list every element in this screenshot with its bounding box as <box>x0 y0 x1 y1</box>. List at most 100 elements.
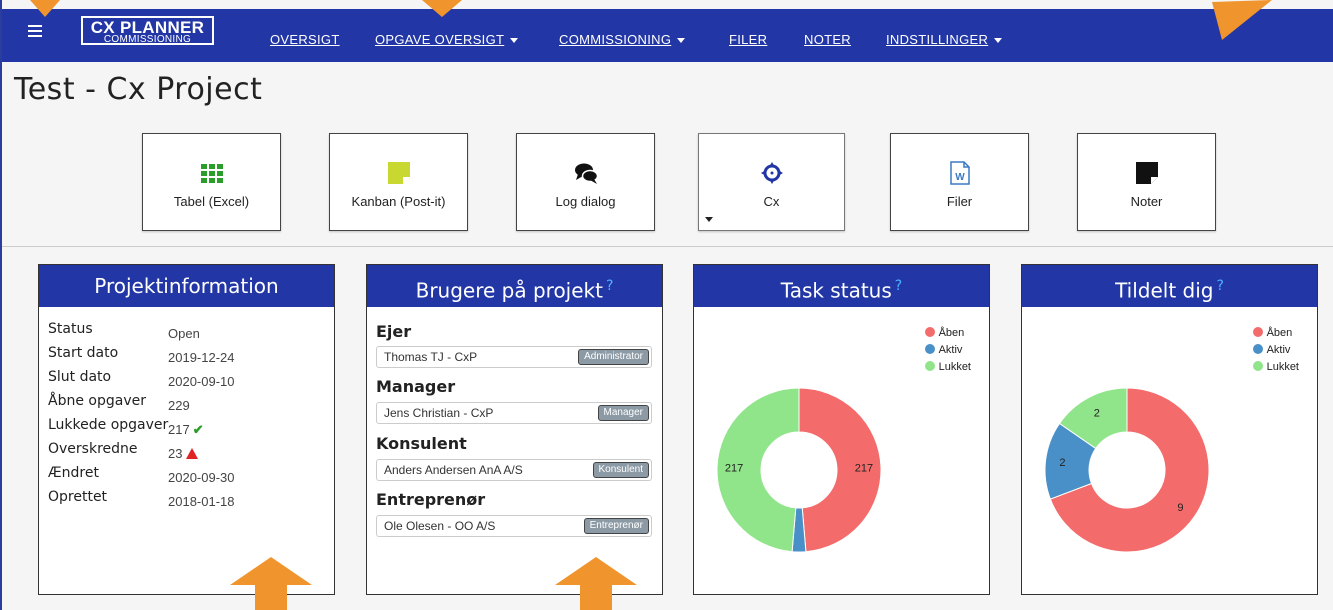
chart-legend: Åben Aktiv Lukket <box>924 325 971 376</box>
grid-icon <box>200 164 223 183</box>
legend-dot <box>924 344 935 354</box>
legend-dot <box>1252 344 1263 354</box>
role-title: Ejer <box>376 322 412 341</box>
nav-label: FILER <box>729 32 768 47</box>
help-icon[interactable]: ? <box>606 278 613 294</box>
legend-item[interactable]: Lukket <box>1252 359 1299 376</box>
caret-down-icon <box>510 38 519 44</box>
user-entry[interactable]: Thomas TJ - CxP Administrator <box>376 346 652 368</box>
word-file-icon: W <box>949 161 970 185</box>
caret-down-icon[interactable] <box>705 217 713 222</box>
kanban-button[interactable]: Kanban (Post-it) <box>329 133 468 231</box>
role-title: Konsulent <box>376 434 467 453</box>
overdue-count: 23 <box>168 446 183 461</box>
cx-button[interactable]: Cx <box>698 133 845 231</box>
info-label: Overskredne <box>48 441 138 457</box>
legend-item[interactable]: Lukket <box>924 359 971 376</box>
info-label: Start dato <box>48 345 119 361</box>
legend-label: Åben <box>938 327 965 339</box>
card-title: Tildelt dig <box>1115 278 1214 303</box>
legend-item[interactable]: Åben <box>924 325 971 342</box>
nav-label: OPGAVE OVERSIGT <box>375 32 505 47</box>
info-label: Åbne opgaver <box>48 393 146 409</box>
info-value-overdue: 23 <box>168 446 199 461</box>
button-label: Cx <box>763 194 780 209</box>
tutorial-arrow-icon <box>30 0 60 17</box>
legend-label: Lukket <box>938 361 971 373</box>
app-logo[interactable]: CX PLANNER COMMISSIONING <box>81 16 214 45</box>
role-badge[interactable]: Konsulent <box>592 462 649 478</box>
task-status-donut-chart: 217 217 <box>716 387 882 553</box>
button-label: Filer <box>946 194 973 209</box>
info-value: 2020-09-30 <box>168 470 235 485</box>
note-icon <box>1135 162 1158 184</box>
card-header: Task status? <box>694 265 989 307</box>
nav-label: NOTER <box>804 32 851 47</box>
user-name: Thomas TJ - CxP <box>384 350 478 364</box>
user-name: Anders Andersen AnA A/S <box>384 463 523 477</box>
card-header: Tildelt dig? <box>1022 265 1317 307</box>
chart-legend: Åben Aktiv Lukket <box>1252 325 1299 376</box>
slice-value-label: 2 <box>1094 407 1100 419</box>
user-entry[interactable]: Anders Andersen AnA A/S Konsulent <box>376 459 652 481</box>
info-label: Status <box>48 321 93 337</box>
legend-dot <box>1252 327 1263 337</box>
nav-commissioning[interactable]: COMMISSIONING <box>559 32 686 47</box>
user-name: Jens Christian - CxP <box>384 406 494 420</box>
tabel-excel-button[interactable]: Tabel (Excel) <box>142 133 281 231</box>
nav-noter[interactable]: NOTER <box>804 32 851 47</box>
nav-filer[interactable]: FILER <box>729 32 767 47</box>
slice-value-label: 217 <box>725 462 743 474</box>
tutorial-arrow-icon <box>1212 0 1272 40</box>
info-value: 2019-12-24 <box>168 350 235 365</box>
legend-label: Åben <box>1266 327 1293 339</box>
legend-label: Aktiv <box>938 344 963 356</box>
tutorial-arrow-icon <box>422 0 462 17</box>
comments-icon <box>574 163 598 184</box>
warning-icon <box>186 448 199 459</box>
role-badge[interactable]: Manager <box>597 405 649 421</box>
section-divider <box>2 246 1333 247</box>
nav-label: OVERSIGT <box>270 32 340 47</box>
filer-button[interactable]: W Filer <box>890 133 1029 231</box>
log-dialog-button[interactable]: Log dialog <box>516 133 655 231</box>
info-label: Ændret <box>48 465 99 481</box>
crosshairs-icon <box>760 162 783 184</box>
help-icon[interactable]: ? <box>1216 278 1223 294</box>
tildelt-dig-card: Tildelt dig? Åben Aktiv Lukket 9 2 2 <box>1021 264 1318 595</box>
legend-label: Lukket <box>1266 361 1299 373</box>
legend-item[interactable]: Åben <box>1252 325 1299 342</box>
nav-indstillinger[interactable]: INDSTILLINGER <box>886 32 1003 47</box>
role-title: Entreprenør <box>376 490 486 509</box>
user-name: Ole Olesen - OO A/S <box>384 519 496 533</box>
menu-icon[interactable] <box>28 25 42 39</box>
user-entry[interactable]: Ole Olesen - OO A/S Entreprenør <box>376 515 652 537</box>
top-navbar: CX PLANNER COMMISSIONING OVERSIGT OPGAVE… <box>2 9 1333 62</box>
nav-opgave-oversigt[interactable]: OPGAVE OVERSIGT <box>375 32 519 47</box>
app-root: CX PLANNER COMMISSIONING OVERSIGT OPGAVE… <box>0 0 1333 610</box>
slice-value-label: 2 <box>1059 457 1065 469</box>
card-title: Projektinformation <box>39 265 334 307</box>
help-icon[interactable]: ? <box>895 278 902 294</box>
legend-dot <box>924 361 935 371</box>
legend-dot <box>1252 361 1263 371</box>
user-entry[interactable]: Jens Christian - CxP Manager <box>376 402 652 424</box>
page-title: Test - Cx Project <box>14 72 263 107</box>
tutorial-arrow-icon <box>555 557 637 610</box>
legend-item[interactable]: Aktiv <box>1252 342 1299 359</box>
slice-value-label: 217 <box>855 462 873 474</box>
legend-item[interactable]: Aktiv <box>924 342 971 359</box>
role-badge[interactable]: Administrator <box>578 349 649 365</box>
card-title: Task status <box>780 278 892 303</box>
legend-label: Aktiv <box>1266 344 1291 356</box>
brugere-card: Brugere på projekt? Ejer Thomas TJ - CxP… <box>366 264 663 595</box>
role-badge[interactable]: Entreprenør <box>583 518 649 534</box>
info-value: 2020-09-10 <box>168 374 235 389</box>
info-value: 2018-01-18 <box>168 494 235 509</box>
nav-label: COMMISSIONING <box>559 32 672 47</box>
nav-oversigt[interactable]: OVERSIGT <box>270 32 340 47</box>
button-label: Tabel (Excel) <box>173 194 250 209</box>
slice-value-label: 9 <box>1177 502 1183 514</box>
noter-button[interactable]: Noter <box>1077 133 1216 231</box>
projektinfo-card: Projektinformation Status Open Start dat… <box>38 264 335 595</box>
